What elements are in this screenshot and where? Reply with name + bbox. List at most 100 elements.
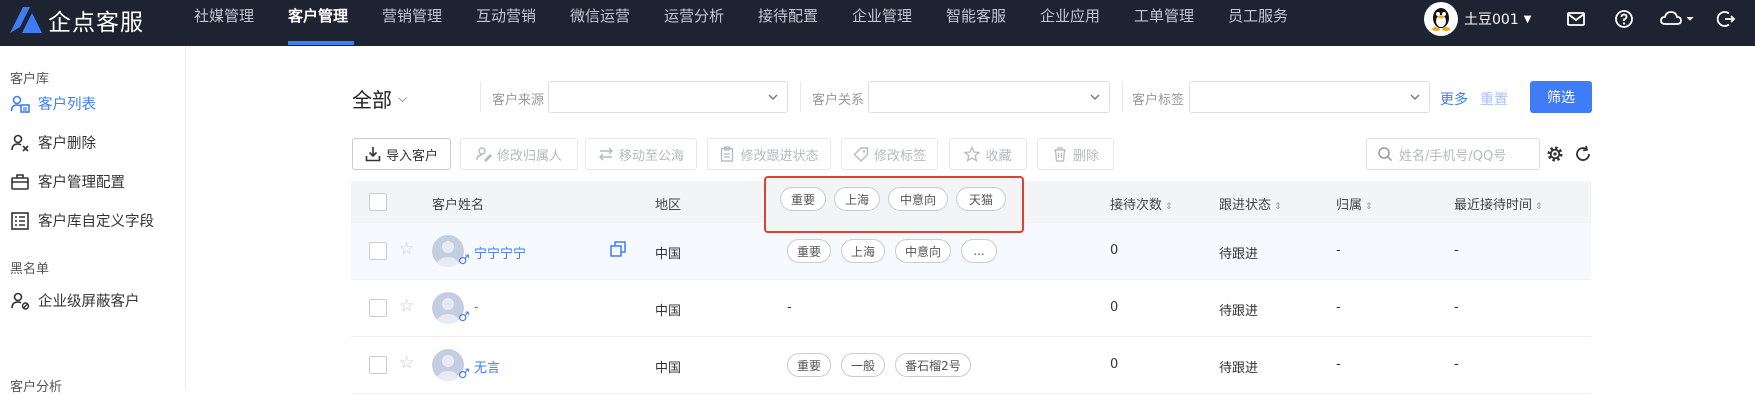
customer-name[interactable]: 无言 (474, 357, 500, 376)
sidebar-item-customer-config[interactable]: 客户管理配置 (10, 171, 125, 192)
change-owner-button[interactable]: 修改归属人 (460, 138, 578, 170)
sort-icon: ⇕ (1274, 202, 1282, 212)
row-checkbox[interactable] (369, 299, 387, 317)
help-icon[interactable] (1614, 9, 1634, 29)
row-checkbox[interactable] (369, 356, 387, 374)
tag-chip: 一般 (841, 353, 885, 377)
table-row[interactable]: ☆ ♂ 无言 中国 重要 一般 番石榴2号 0 待跟进 - - (351, 337, 1591, 394)
search-input[interactable]: 姓名/手机号/QQ号 (1366, 138, 1540, 170)
sort-icon: ⇕ (1535, 202, 1543, 212)
select-all-checkbox[interactable] (369, 193, 387, 211)
header-status[interactable]: 跟进状态 ⇕ (1219, 194, 1282, 213)
sidebar-section-blacklist: 黑名单 (10, 262, 50, 277)
nav-wechat[interactable]: 微信运营 (570, 0, 630, 46)
nav-analytics[interactable]: 运营分析 (664, 0, 724, 46)
source-label: 客户来源 (492, 93, 545, 108)
search-icon (1378, 147, 1393, 162)
nav-enterprise[interactable]: 企业管理 (852, 0, 912, 46)
source-select[interactable] (548, 81, 788, 113)
nav-customer[interactable]: 客户管理 (288, 0, 348, 46)
status-cell: 待跟进 (1219, 247, 1259, 262)
refresh-icon[interactable] (1574, 145, 1592, 163)
mail-icon[interactable] (1566, 9, 1586, 29)
sort-icon: ⇕ (1365, 202, 1373, 212)
owner-cell: - (1336, 357, 1341, 372)
user-avatar (1424, 2, 1458, 36)
header-visits-label: 接待次数 (1110, 198, 1163, 213)
region-cell: 中国 (655, 361, 682, 376)
star-icon[interactable]: ☆ (399, 239, 414, 259)
nav-reception[interactable]: 接待配置 (758, 0, 818, 46)
apply-filter-button[interactable]: 筛选 (1530, 81, 1592, 113)
user-delete-icon (11, 134, 29, 152)
tag-chip: 重要 (787, 353, 831, 377)
nav-active-indicator (288, 41, 354, 45)
scope-label: 全部 (352, 88, 392, 112)
cloud-icon[interactable] (1660, 9, 1694, 29)
header-visits[interactable]: 接待次数 ⇕ (1110, 194, 1173, 213)
row-checkbox[interactable] (369, 242, 387, 260)
logout-icon[interactable] (1716, 9, 1736, 29)
briefcase-icon (11, 173, 29, 190)
tag-chip: 上海 (841, 239, 885, 263)
import-icon (365, 147, 381, 162)
sidebar-item-label: 客户管理配置 (38, 175, 125, 191)
change-status-button[interactable]: 修改跟进状态 (707, 138, 831, 170)
gear-icon[interactable] (1546, 145, 1564, 163)
tag-chip: 中意向 (895, 239, 951, 263)
import-customer-button[interactable]: 导入客户 (352, 138, 451, 170)
more-tags-button[interactable]: ... (961, 239, 997, 263)
user-menu[interactable]: 土豆001 ▼ (1424, 2, 1531, 36)
last-visit-cell: - (1454, 243, 1459, 258)
header-owner-label: 归属 (1336, 198, 1363, 213)
sidebar-item-custom-fields[interactable]: 客户库自定义字段 (10, 210, 154, 231)
header-owner[interactable]: 归属 ⇕ (1336, 194, 1373, 213)
sidebar-item-customer-delete[interactable]: 客户删除 (10, 132, 96, 153)
move-to-public-button[interactable]: 移动至公海 (585, 138, 697, 170)
customer-name[interactable]: - (474, 300, 479, 315)
star-icon[interactable]: ☆ (399, 296, 414, 316)
nav-apps[interactable]: 企业应用 (1040, 0, 1100, 46)
nav-interactive[interactable]: 互动营销 (476, 0, 536, 46)
customer-list-icon (10, 95, 30, 113)
logo-icon (10, 7, 42, 33)
clipboard-icon (721, 146, 734, 162)
more-filters-link[interactable]: 更多 (1440, 89, 1468, 109)
divider (1122, 82, 1123, 112)
copy-icon[interactable] (609, 240, 627, 258)
delete-label: 删除 (1072, 148, 1099, 164)
star-icon[interactable]: ☆ (399, 353, 414, 373)
brand-logo[interactable]: 企点客服 (8, 2, 144, 38)
male-icon: ♂ (458, 367, 470, 382)
table-row[interactable]: ☆ ♂ - 中国 - 0 待跟进 - - (351, 280, 1591, 337)
nav-marketing[interactable]: 营销管理 (382, 0, 442, 46)
reset-link[interactable]: 重置 (1480, 89, 1508, 109)
nav-tickets[interactable]: 工单管理 (1134, 0, 1194, 46)
status-cell: 待跟进 (1219, 361, 1259, 376)
last-visit-cell: - (1454, 300, 1459, 315)
user-edit-icon (476, 147, 492, 162)
delete-button[interactable]: 删除 (1037, 138, 1114, 170)
chevron-down-icon: ▼ (1523, 13, 1532, 25)
relation-select[interactable] (868, 81, 1110, 113)
header-last-visit[interactable]: 最近接待时间 ⇕ (1454, 194, 1543, 213)
popover-tag-chip: 天猫 (956, 187, 1006, 211)
scope-dropdown[interactable]: 全部 ⌵ (352, 84, 407, 113)
tag-label: 客户标签 (1132, 93, 1185, 108)
favorite-button[interactable]: 收藏 (949, 138, 1027, 170)
relation-label: 客户关系 (812, 93, 865, 108)
tag-select[interactable] (1189, 81, 1430, 113)
nav-smart-service[interactable]: 智能客服 (946, 0, 1006, 46)
change-tags-button[interactable]: 修改标签 (841, 138, 938, 170)
male-icon: ♂ (458, 310, 470, 325)
popover-tag-chip: 中意向 (888, 187, 948, 211)
nav-social[interactable]: 社媒管理 (194, 0, 254, 46)
user-name: 土豆001 (1464, 12, 1519, 28)
import-customer-label: 导入客户 (385, 148, 438, 164)
header-status-label: 跟进状态 (1219, 198, 1272, 213)
nav-staff[interactable]: 员工服务 (1228, 0, 1288, 46)
customer-name[interactable]: 宁宁宁宁 (474, 243, 526, 262)
custom-field-icon (11, 211, 29, 230)
sidebar-item-blocked-customers[interactable]: 企业级屏蔽客户 (10, 290, 140, 311)
sidebar-item-customer-list[interactable]: 客户列表 (10, 93, 96, 114)
